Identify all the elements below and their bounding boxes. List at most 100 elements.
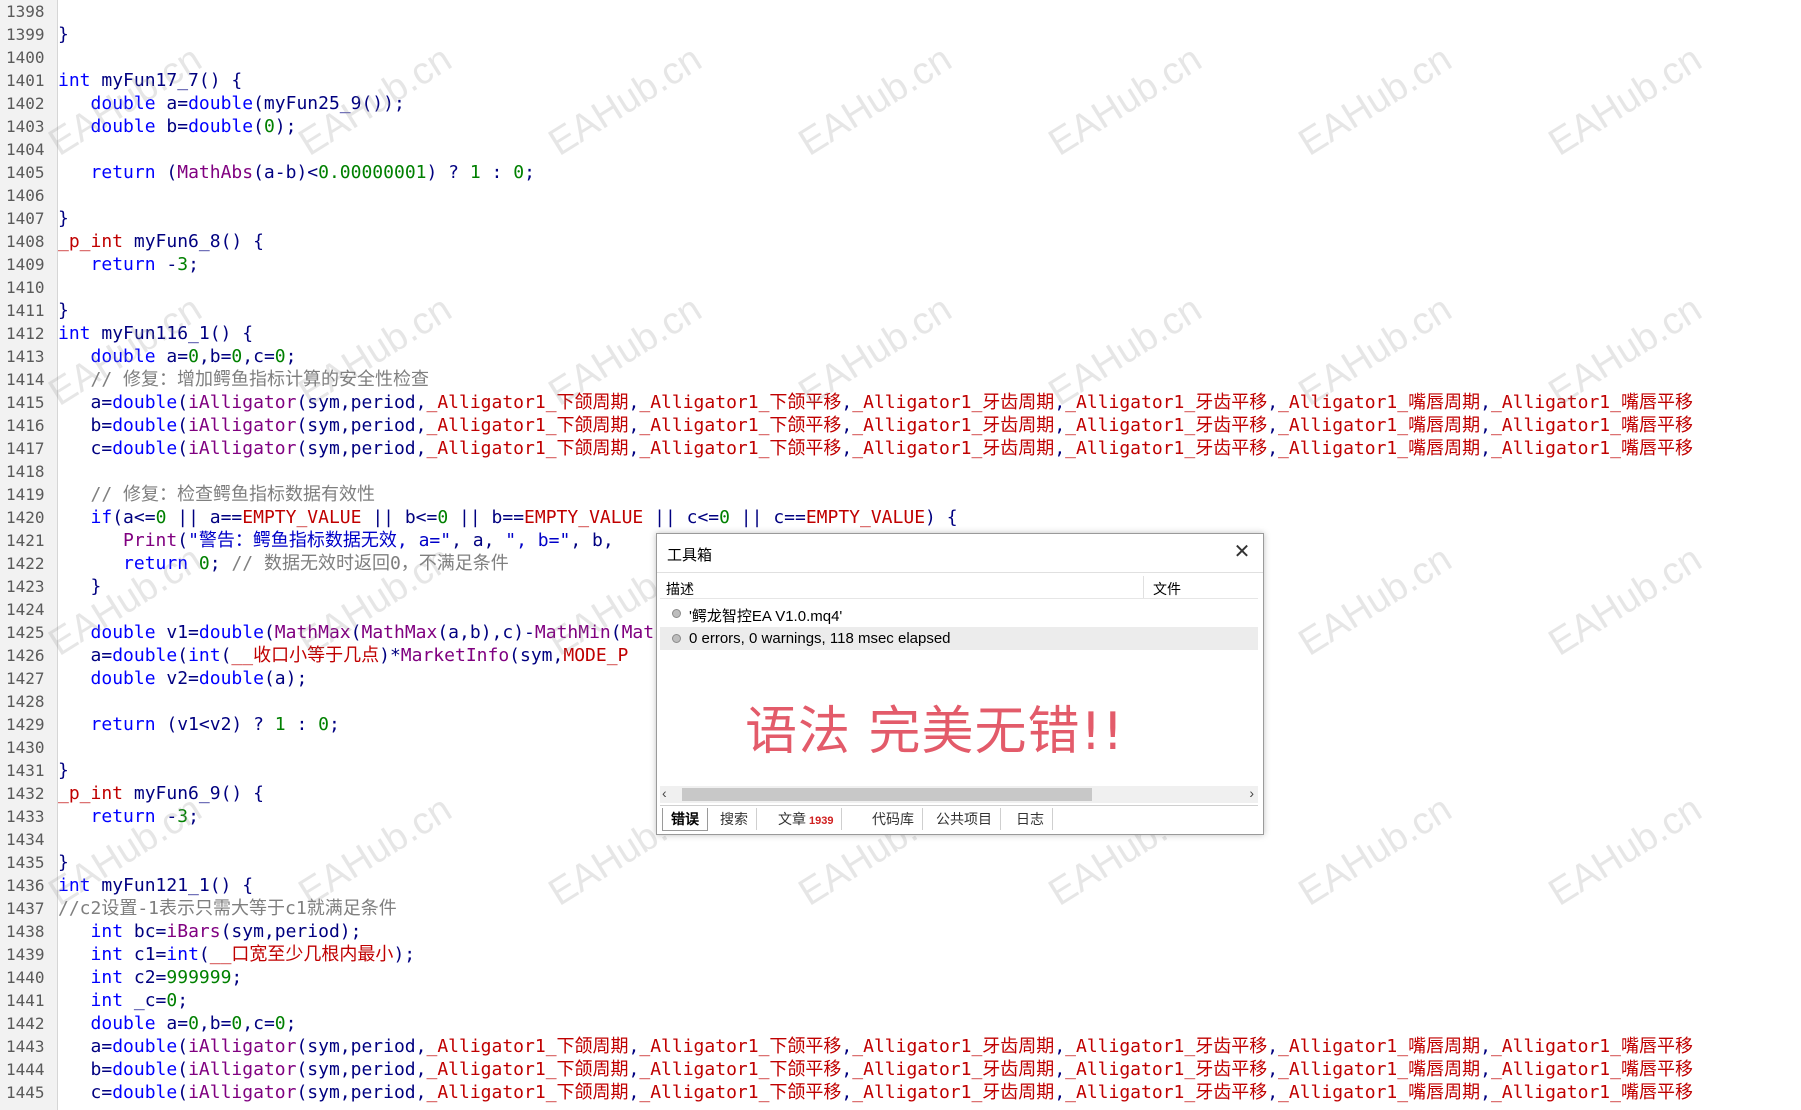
column-file[interactable]: 文件: [1153, 579, 1181, 599]
code-token: (myFun25_9());: [253, 93, 405, 114]
code-line[interactable]: 1407}: [0, 207, 1801, 230]
code-token: 0: [166, 990, 178, 1011]
code-token: iAlligator: [188, 1059, 297, 1080]
code-token: || b<=: [361, 507, 438, 528]
code-token: double: [112, 1036, 178, 1057]
code-line[interactable]: 1406: [0, 184, 1801, 207]
code-token: ) {: [925, 507, 958, 528]
code-text: int _c=0;: [58, 989, 189, 1012]
code-token: int: [58, 323, 91, 344]
tab-public-projects[interactable]: 公共项目: [928, 808, 1001, 830]
code-line[interactable]: 1441 int _c=0;: [0, 989, 1801, 1012]
tab-journal[interactable]: 日志: [1008, 808, 1053, 830]
code-line[interactable]: 1415 a=double(iAlligator(sym,period,_All…: [0, 391, 1801, 414]
code-token: double: [112, 415, 178, 436]
code-token: _Alligator1_嘴唇平移: [1490, 1082, 1693, 1103]
code-line[interactable]: 1416 b=double(iAlligator(sym,period,_All…: [0, 414, 1801, 437]
code-line[interactable]: 1439 int c1=int(__口宽至少几根内最小);: [0, 943, 1801, 966]
code-token: double: [112, 392, 178, 413]
code-token: }: [58, 208, 69, 229]
code-line[interactable]: 1411}: [0, 299, 1801, 322]
list-item[interactable]: 0 errors, 0 warnings, 118 msec elapsed: [660, 627, 1258, 650]
code-line[interactable]: 1443 a=double(iAlligator(sym,period,_All…: [0, 1035, 1801, 1058]
code-line[interactable]: 1442 double a=0,b=0,c=0;: [0, 1012, 1801, 1035]
code-token: myFun116_1() {: [90, 323, 254, 344]
code-line[interactable]: 1408 _p_int myFun6_8() {: [0, 230, 1801, 253]
tab-codebase[interactable]: 代码库: [864, 808, 923, 830]
code-line[interactable]: 1412 int myFun116_1() {: [0, 322, 1801, 345]
code-token: c2=: [123, 967, 167, 988]
code-token: a=: [155, 1013, 189, 1034]
code-line[interactable]: 1418: [0, 460, 1801, 483]
toolbox-tabs: 错误 搜索 文章 1939 代码库 公共项目 日志: [660, 805, 1258, 832]
tab-search[interactable]: 搜索: [712, 808, 757, 830]
line-number: 1411: [6, 301, 45, 320]
code-line[interactable]: 1445 c=double(iAlligator(sym,period,_All…: [0, 1081, 1801, 1104]
code-token: ,: [841, 1036, 853, 1057]
code-token: _Alligator1_下颌平移: [639, 415, 842, 436]
code-line[interactable]: 1402 double a=double(myFun25_9());: [0, 92, 1801, 115]
code-text: a=double(int(__收口小等于几点)*MarketInfo(sym,M…: [58, 644, 629, 667]
line-number: 1426: [6, 646, 45, 665]
code-line[interactable]: 1403 double b=double(0);: [0, 115, 1801, 138]
code-line[interactable]: 1436 int myFun121_1() {: [0, 874, 1801, 897]
line-number: 1399: [6, 25, 45, 44]
horizontal-scrollbar[interactable]: ‹ ›: [660, 785, 1258, 803]
code-line[interactable]: 1404: [0, 138, 1801, 161]
code-token: EMPTY_VALUE: [242, 507, 362, 528]
code-token: _Alligator1_牙齿周期: [852, 415, 1055, 436]
tab-errors[interactable]: 错误: [662, 808, 708, 831]
close-icon[interactable]: ✕: [1231, 541, 1253, 563]
code-token: (sym,: [509, 645, 564, 666]
code-line[interactable]: 1413 double a=0,b=0,c=0;: [0, 345, 1801, 368]
code-token: (sym,period,: [296, 438, 427, 459]
code-token: (sym,period);: [220, 921, 362, 942]
code-token: _Alligator1_下颌平移: [639, 1036, 842, 1057]
code-line[interactable]: 1410: [0, 276, 1801, 299]
list-item[interactable]: '鳄龙智控EA V1.0.mq4': [660, 602, 1258, 625]
code-token: 0: [437, 507, 449, 528]
code-token: ,: [1267, 1036, 1279, 1057]
line-number: 1403: [6, 117, 45, 136]
code-line[interactable]: 1437 //c2设置-1表示只需大等于c1就满足条件: [0, 897, 1801, 920]
code-token: double: [90, 668, 156, 689]
code-line[interactable]: 1405 return (MathAbs(a-b)<0.00000001) ? …: [0, 161, 1801, 184]
code-line[interactable]: 1409 return -3;: [0, 253, 1801, 276]
code-line[interactable]: 1444 b=double(iAlligator(sym,period,_All…: [0, 1058, 1801, 1081]
code-token: (a,b),c)-: [437, 622, 535, 643]
code-line[interactable]: 1420 if(a<=0 || a==EMPTY_VALUE || b<=0 |…: [0, 506, 1801, 529]
code-token: MODE_P: [563, 645, 629, 666]
column-description[interactable]: 描述: [666, 579, 694, 599]
code-line[interactable]: 1414 // 修复：增加鳄鱼指标计算的安全性检查: [0, 368, 1801, 391]
column-divider[interactable]: [1143, 576, 1144, 598]
code-token: double: [112, 645, 178, 666]
code-line[interactable]: 1417 c=double(iAlligator(sym,period,_All…: [0, 437, 1801, 460]
code-token: iBars: [166, 921, 221, 942]
code-line[interactable]: 1400: [0, 46, 1801, 69]
code-line[interactable]: 1438 int bc=iBars(sym,period);: [0, 920, 1801, 943]
code-token: _Alligator1_下颌平移: [639, 1082, 842, 1103]
tab-articles[interactable]: 文章 1939: [770, 808, 843, 830]
code-token: _Alligator1_牙齿周期: [852, 438, 1055, 459]
code-line[interactable]: 1419 // 修复：检查鳄鱼指标数据有效性: [0, 483, 1801, 506]
scroll-left-icon[interactable]: ‹: [662, 785, 667, 801]
line-number: 1421: [6, 531, 45, 550]
code-text: _p_int myFun6_9() {: [58, 782, 264, 805]
code-token: );: [274, 116, 297, 137]
scroll-right-icon[interactable]: ›: [1249, 785, 1254, 801]
code-token: _Alligator1_嘴唇平移: [1490, 438, 1693, 459]
code-token: double: [188, 116, 254, 137]
code-line[interactable]: 1398: [0, 0, 1801, 23]
code-token: __口宽至少几根内最小: [209, 944, 394, 965]
code-line[interactable]: 1401 int myFun17_7() {: [0, 69, 1801, 92]
line-number: 1432: [6, 784, 45, 803]
code-line[interactable]: 1399}: [0, 23, 1801, 46]
code-token: // 修复：检查鳄鱼指标数据有效性: [58, 484, 376, 505]
code-line[interactable]: 1440 int c2=999999;: [0, 966, 1801, 989]
scrollbar-thumb[interactable]: [682, 788, 1092, 801]
code-line[interactable]: 1435}: [0, 851, 1801, 874]
code-text: int myFun116_1() {: [58, 322, 253, 345]
code-text: }: [58, 23, 69, 46]
